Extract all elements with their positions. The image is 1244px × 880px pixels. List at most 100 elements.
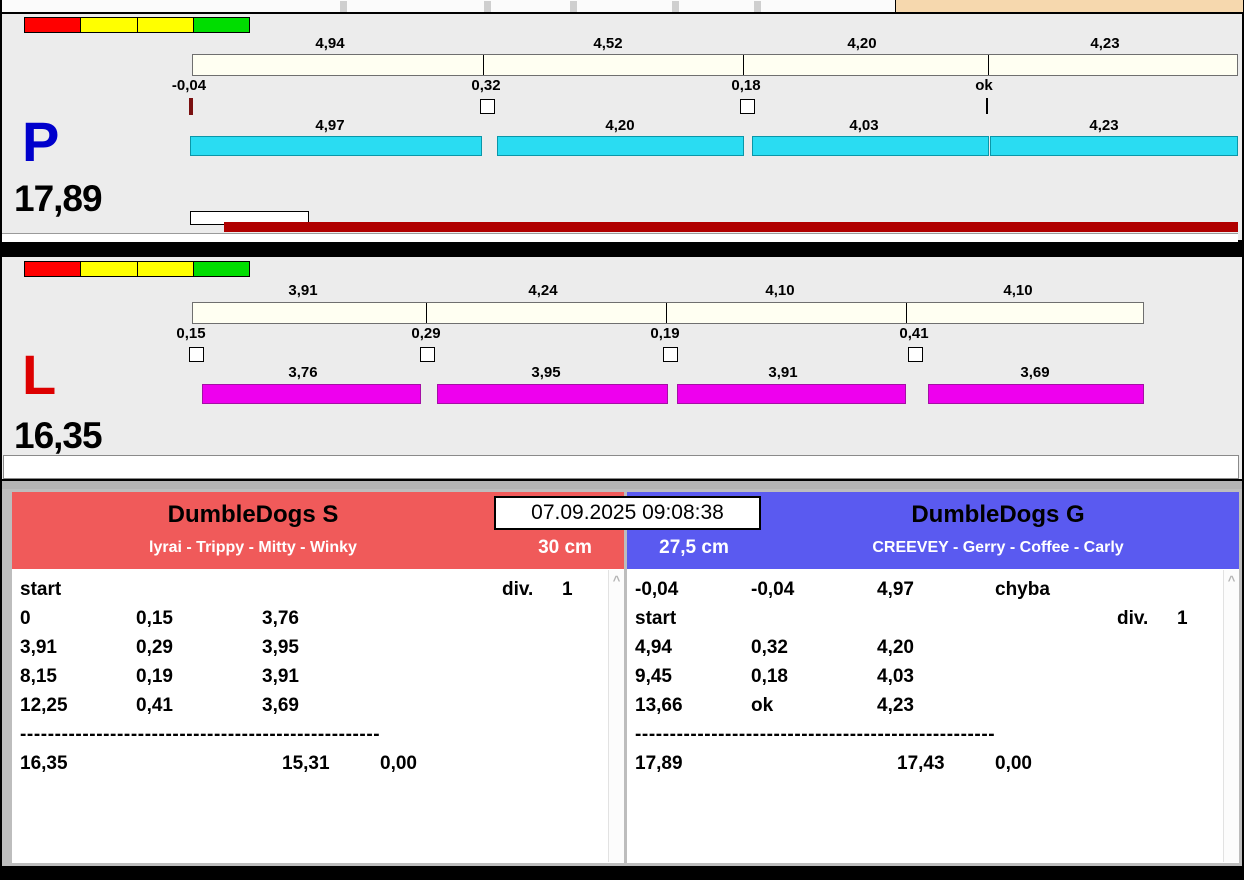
segment-time: 4,10	[1003, 282, 1033, 299]
pass-checkbox[interactable]	[740, 99, 755, 114]
result-cell: 4,23	[877, 695, 914, 716]
result-row: 9,45 0,18 4,03	[627, 662, 1239, 691]
ruler-divider	[483, 55, 484, 75]
pass-delta-label: 0,32	[471, 77, 501, 94]
start-tick	[189, 98, 193, 115]
split-bar	[437, 384, 668, 404]
result-cell: start	[20, 579, 62, 600]
result-cell: 13,66	[635, 695, 683, 716]
lane-footer-strip	[2, 233, 1238, 242]
team-left-results: start div. 1 0 0,15 3,76 3,91 0,29 3,95 8,15 0,19 3…	[12, 569, 624, 863]
split-time: 3,69	[1020, 364, 1050, 381]
split-time: 3,95	[531, 364, 561, 381]
ruler-divider	[426, 303, 427, 323]
pass-delta-label: ok	[975, 77, 993, 94]
pass-checkbox[interactable]	[908, 347, 923, 362]
status-light-green	[192, 17, 250, 33]
finish-tick	[986, 98, 988, 114]
status-light-green	[192, 261, 250, 277]
lane-panel-p: 4,94 4,52 4,20 4,23 -0,04 0,32 0,18 ok 4…	[2, 12, 1242, 242]
timestamp: 07.09.2025 09:08:38	[494, 496, 761, 530]
result-cell: 1	[1177, 608, 1188, 629]
segment-ruler	[192, 54, 1238, 76]
result-cell: 1	[562, 579, 573, 600]
segment-ruler	[192, 302, 1144, 324]
result-cell: div.	[1117, 608, 1149, 629]
pass-delta-label: 0,29	[411, 325, 441, 342]
result-row: 17,89 17,43 0,00	[627, 749, 1239, 778]
result-cell: 4,03	[877, 666, 914, 687]
status-light-red	[24, 17, 81, 33]
result-cell: 12,25	[20, 695, 68, 716]
result-cell: 0,00	[380, 753, 417, 774]
result-row: start div. 1	[627, 604, 1239, 633]
pass-delta-label: 0,18	[731, 77, 761, 94]
segment-time: 4,52	[593, 35, 623, 52]
result-row: -0,04 -0,04 4,97 chyba	[627, 575, 1239, 604]
result-cell: ok	[751, 695, 774, 716]
result-row: start div. 1	[12, 575, 624, 604]
scroll-up-icon[interactable]: ^	[1224, 574, 1239, 587]
segment-time: 4,24	[528, 282, 558, 299]
result-cell: 0,15	[136, 608, 173, 629]
split-bar	[752, 136, 989, 156]
pass-checkbox[interactable]	[663, 347, 678, 362]
result-cell: 3,95	[262, 637, 299, 658]
result-row: 3,91 0,29 3,95	[12, 633, 624, 662]
split-bar	[928, 384, 1144, 404]
pass-checkbox[interactable]	[420, 347, 435, 362]
result-cell: 3,69	[262, 695, 299, 716]
team-right-name: DumbleDogs G	[911, 501, 1085, 528]
split-bar	[497, 136, 744, 156]
scrollbar[interactable]: ^	[608, 570, 624, 862]
window-edge-strip	[2, 0, 1243, 12]
result-cell: 0	[20, 608, 31, 629]
status-light-yellow-1	[80, 17, 137, 33]
lane-footer-strip	[3, 455, 1239, 479]
result-row: ----------------------------------------…	[12, 720, 624, 749]
result-cell: 16,35	[20, 753, 68, 774]
split-time: 3,91	[768, 364, 798, 381]
segment-time: 4,94	[315, 35, 345, 52]
result-row: 12,25 0,41 3,69	[12, 691, 624, 720]
pass-delta-label: 0,15	[176, 325, 206, 342]
split-time: 4,03	[849, 117, 879, 134]
result-cell: 3,91	[20, 637, 57, 658]
result-row: 16,35 15,31 0,00	[12, 749, 624, 778]
result-row: 0 0,15 3,76	[12, 604, 624, 633]
result-cell: 0,41	[136, 695, 173, 716]
result-cell: 0,32	[751, 637, 788, 658]
segment-time: 3,91	[288, 282, 318, 299]
status-light-yellow-2	[136, 17, 193, 33]
result-row: ----------------------------------------…	[627, 720, 1239, 749]
result-cell: 4,94	[635, 637, 672, 658]
inactive-tab-fragment	[895, 0, 1243, 12]
result-cell: start	[635, 608, 677, 629]
result-cell: 15,31	[282, 753, 330, 774]
split-time: 4,23	[1089, 117, 1119, 134]
result-cell: chyba	[995, 579, 1050, 600]
result-row: 8,15 0,19 3,91	[12, 662, 624, 691]
pass-delta-label: 0,19	[650, 325, 680, 342]
result-row: 13,66 ok 4,23	[627, 691, 1239, 720]
result-cell: 0,19	[136, 666, 173, 687]
lane-letter: L	[22, 343, 57, 406]
segment-time: 4,10	[765, 282, 795, 299]
scrollbar[interactable]: ^	[1223, 570, 1239, 862]
split-bar	[677, 384, 906, 404]
elapsed-time-bar	[224, 222, 1238, 232]
pass-checkbox[interactable]	[480, 99, 495, 114]
ui-fragment	[754, 1, 761, 12]
result-cell: -0,04	[751, 579, 795, 600]
flyball-timer-app: 4,94 4,52 4,20 4,23 -0,04 0,32 0,18 ok 4…	[0, 0, 1244, 880]
team-right-results: -0,04 -0,04 4,97 chyba start div. 1 4,94 0,32 4,2…	[627, 569, 1239, 863]
result-cell: ----------------------------------------…	[20, 724, 381, 745]
pass-delta-label: 0,41	[899, 325, 929, 342]
status-lights	[24, 261, 250, 277]
lane-total-time: 17,89	[14, 178, 103, 219]
result-cell: div.	[502, 579, 534, 600]
pass-checkbox[interactable]	[189, 347, 204, 362]
result-cell: -0,04	[635, 579, 679, 600]
scroll-up-icon[interactable]: ^	[609, 574, 624, 587]
ui-fragment	[672, 1, 679, 12]
